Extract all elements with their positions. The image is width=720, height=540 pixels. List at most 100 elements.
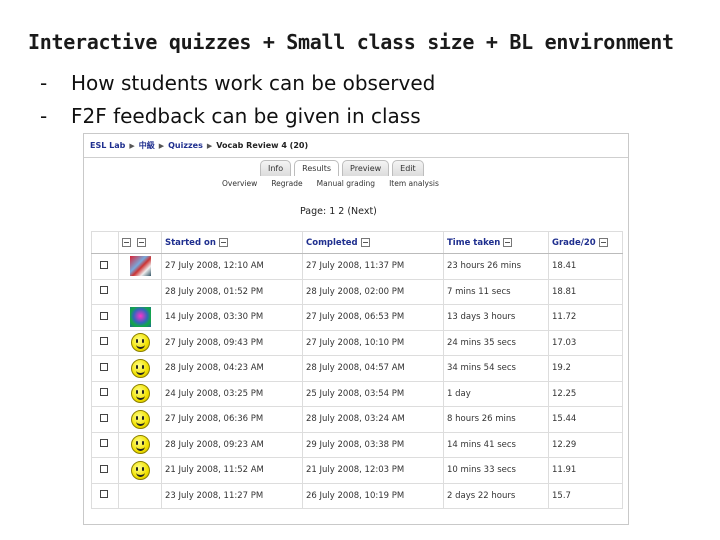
smiley-avatar-icon[interactable] — [130, 333, 150, 353]
row-select-cell — [91, 253, 119, 280]
breadcrumb-link-course[interactable]: 中級 — [139, 140, 155, 151]
started-on-cell[interactable]: 23 July 2008, 11:27 PM — [161, 482, 303, 509]
smiley-avatar-icon[interactable] — [130, 409, 150, 429]
started-on-cell[interactable]: 27 July 2008, 06:36 PM — [161, 406, 303, 433]
completed-cell: 26 July 2008, 10:19 PM — [302, 482, 444, 509]
pagination[interactable]: Page: 1 2 (Next) — [300, 206, 377, 217]
header-picture-col — [118, 231, 162, 254]
time-taken-cell: 14 mins 41 secs — [443, 431, 549, 458]
collapse-icon[interactable] — [360, 237, 370, 247]
started-on-cell[interactable]: 28 July 2008, 01:52 PM — [161, 278, 303, 305]
results-subtabs: Overview Regrade Manual grading Item ana… — [222, 179, 439, 188]
collapse-icon[interactable] — [218, 237, 228, 247]
breadcrumb-separator-icon: ▶ — [206, 141, 213, 150]
smiley-avatar-icon[interactable] — [130, 460, 150, 480]
grade-cell[interactable]: 12.29 — [548, 431, 623, 458]
grade-cell[interactable]: 15.44 — [548, 406, 623, 433]
row-checkbox[interactable] — [100, 464, 108, 473]
breadcrumb-separator-icon: ▶ — [129, 141, 135, 150]
grade-cell[interactable]: 12.25 — [548, 380, 623, 407]
table-row: 14 July 2008, 03:30 PM 27 July 2008, 06:… — [91, 304, 623, 331]
row-checkbox[interactable] — [100, 413, 108, 422]
tab-results[interactable]: Results — [294, 160, 340, 176]
header-grade-label: Grade/20 — [552, 237, 596, 248]
tab-preview[interactable]: Preview — [342, 160, 390, 176]
table-row: 27 July 2008, 06:36 PM 28 July 2008, 03:… — [91, 406, 623, 433]
row-checkbox[interactable] — [100, 311, 108, 320]
table-row: 24 July 2008, 03:25 PM 25 July 2008, 03:… — [91, 380, 623, 407]
grade-cell[interactable]: 19.2 — [548, 355, 623, 382]
bullet-text: F2F feedback can be given in class — [71, 103, 421, 128]
started-on-cell[interactable]: 14 July 2008, 03:30 PM — [161, 304, 303, 331]
breadcrumb: ESL Lab ▶ 中級 ▶ Quizzes ▶ Vocab Review 4 … — [84, 134, 628, 158]
user-picture-cell — [118, 482, 162, 509]
started-on-cell[interactable]: 28 July 2008, 04:23 AM — [161, 355, 303, 382]
completed-cell: 28 July 2008, 03:24 AM — [302, 406, 444, 433]
started-on-cell[interactable]: 24 July 2008, 03:25 PM — [161, 380, 303, 407]
table-header-row: Started on Completed Time taken Grade/20 — [91, 231, 623, 254]
header-completed[interactable]: Completed — [302, 231, 444, 254]
row-checkbox[interactable] — [100, 490, 108, 499]
collapse-icon[interactable] — [598, 237, 608, 247]
header-grade[interactable]: Grade/20 — [548, 231, 623, 254]
attempts-table-body: 27 July 2008, 12:10 AM 27 July 2008, 11:… — [91, 253, 623, 509]
user-picture-cell — [118, 380, 162, 407]
grade-cell[interactable]: 11.91 — [548, 457, 623, 484]
grade-cell[interactable]: 15.7 — [548, 482, 623, 509]
header-time-taken[interactable]: Time taken — [443, 231, 549, 254]
tab-edit[interactable]: Edit — [392, 160, 424, 176]
user-picture-cell — [118, 355, 162, 382]
grade-cell[interactable]: 18.81 — [548, 278, 623, 305]
grade-cell[interactable]: 18.41 — [548, 253, 623, 280]
breadcrumb-link-quizzes[interactable]: Quizzes — [168, 141, 203, 150]
user-photo-avatar[interactable] — [129, 307, 151, 328]
header-time-taken-label: Time taken — [447, 237, 501, 248]
row-checkbox[interactable] — [100, 388, 108, 397]
started-on-cell[interactable]: 27 July 2008, 09:43 PM — [161, 329, 303, 356]
started-on-cell[interactable]: 27 July 2008, 12:10 AM — [161, 253, 303, 280]
bullet-text: How students work can be observed — [71, 70, 436, 95]
row-checkbox[interactable] — [100, 439, 108, 448]
subtab-overview[interactable]: Overview — [222, 179, 257, 188]
header-started-on[interactable]: Started on — [161, 231, 303, 254]
breadcrumb-link-site[interactable]: ESL Lab — [90, 141, 125, 150]
subtab-item-analysis[interactable]: Item analysis — [389, 179, 439, 188]
row-select-cell — [91, 355, 119, 382]
user-picture-cell — [118, 406, 162, 433]
grade-cell[interactable]: 11.72 — [548, 304, 623, 331]
grade-cell[interactable]: 17.03 — [548, 329, 623, 356]
time-taken-cell: 23 hours 26 mins — [443, 253, 549, 280]
row-checkbox[interactable] — [100, 286, 108, 295]
slide-title: Interactive quizzes + Small class size +… — [28, 30, 674, 54]
started-on-cell[interactable]: 21 July 2008, 11:52 AM — [161, 457, 303, 484]
attempts-table: Started on Completed Time taken Grade/20… — [91, 231, 623, 509]
collapse-icon[interactable] — [122, 237, 131, 247]
user-picture-cell — [118, 329, 162, 356]
table-row: 23 July 2008, 11:27 PM 26 July 2008, 10:… — [91, 482, 623, 509]
quiz-results-screenshot: ESL Lab ▶ 中級 ▶ Quizzes ▶ Vocab Review 4 … — [83, 133, 629, 525]
user-photo-avatar[interactable] — [129, 256, 151, 277]
collapse-icon[interactable] — [503, 237, 513, 247]
row-select-cell — [91, 406, 119, 433]
time-taken-cell: 8 hours 26 mins — [443, 406, 549, 433]
smiley-avatar-icon[interactable] — [130, 435, 150, 455]
completed-cell: 27 July 2008, 06:53 PM — [302, 304, 444, 331]
collapse-icon[interactable] — [136, 237, 146, 247]
row-checkbox[interactable] — [100, 362, 108, 371]
user-picture-cell — [118, 304, 162, 331]
subtab-regrade[interactable]: Regrade — [271, 179, 302, 188]
time-taken-cell: 34 mins 54 secs — [443, 355, 549, 382]
started-on-cell[interactable]: 28 July 2008, 09:23 AM — [161, 431, 303, 458]
row-select-cell — [91, 482, 119, 509]
tab-info[interactable]: Info — [260, 160, 292, 176]
row-select-cell — [91, 329, 119, 356]
table-row: 28 July 2008, 04:23 AM 28 July 2008, 04:… — [91, 355, 623, 382]
completed-cell: 28 July 2008, 02:00 PM — [302, 278, 444, 305]
smiley-avatar-icon[interactable] — [130, 358, 150, 378]
smiley-avatar-icon[interactable] — [130, 384, 150, 404]
time-taken-cell: 2 days 22 hours — [443, 482, 549, 509]
completed-cell: 28 July 2008, 04:57 AM — [302, 355, 444, 382]
row-checkbox[interactable] — [100, 337, 108, 346]
subtab-manual-grading[interactable]: Manual grading — [317, 179, 375, 188]
row-checkbox[interactable] — [100, 260, 108, 269]
